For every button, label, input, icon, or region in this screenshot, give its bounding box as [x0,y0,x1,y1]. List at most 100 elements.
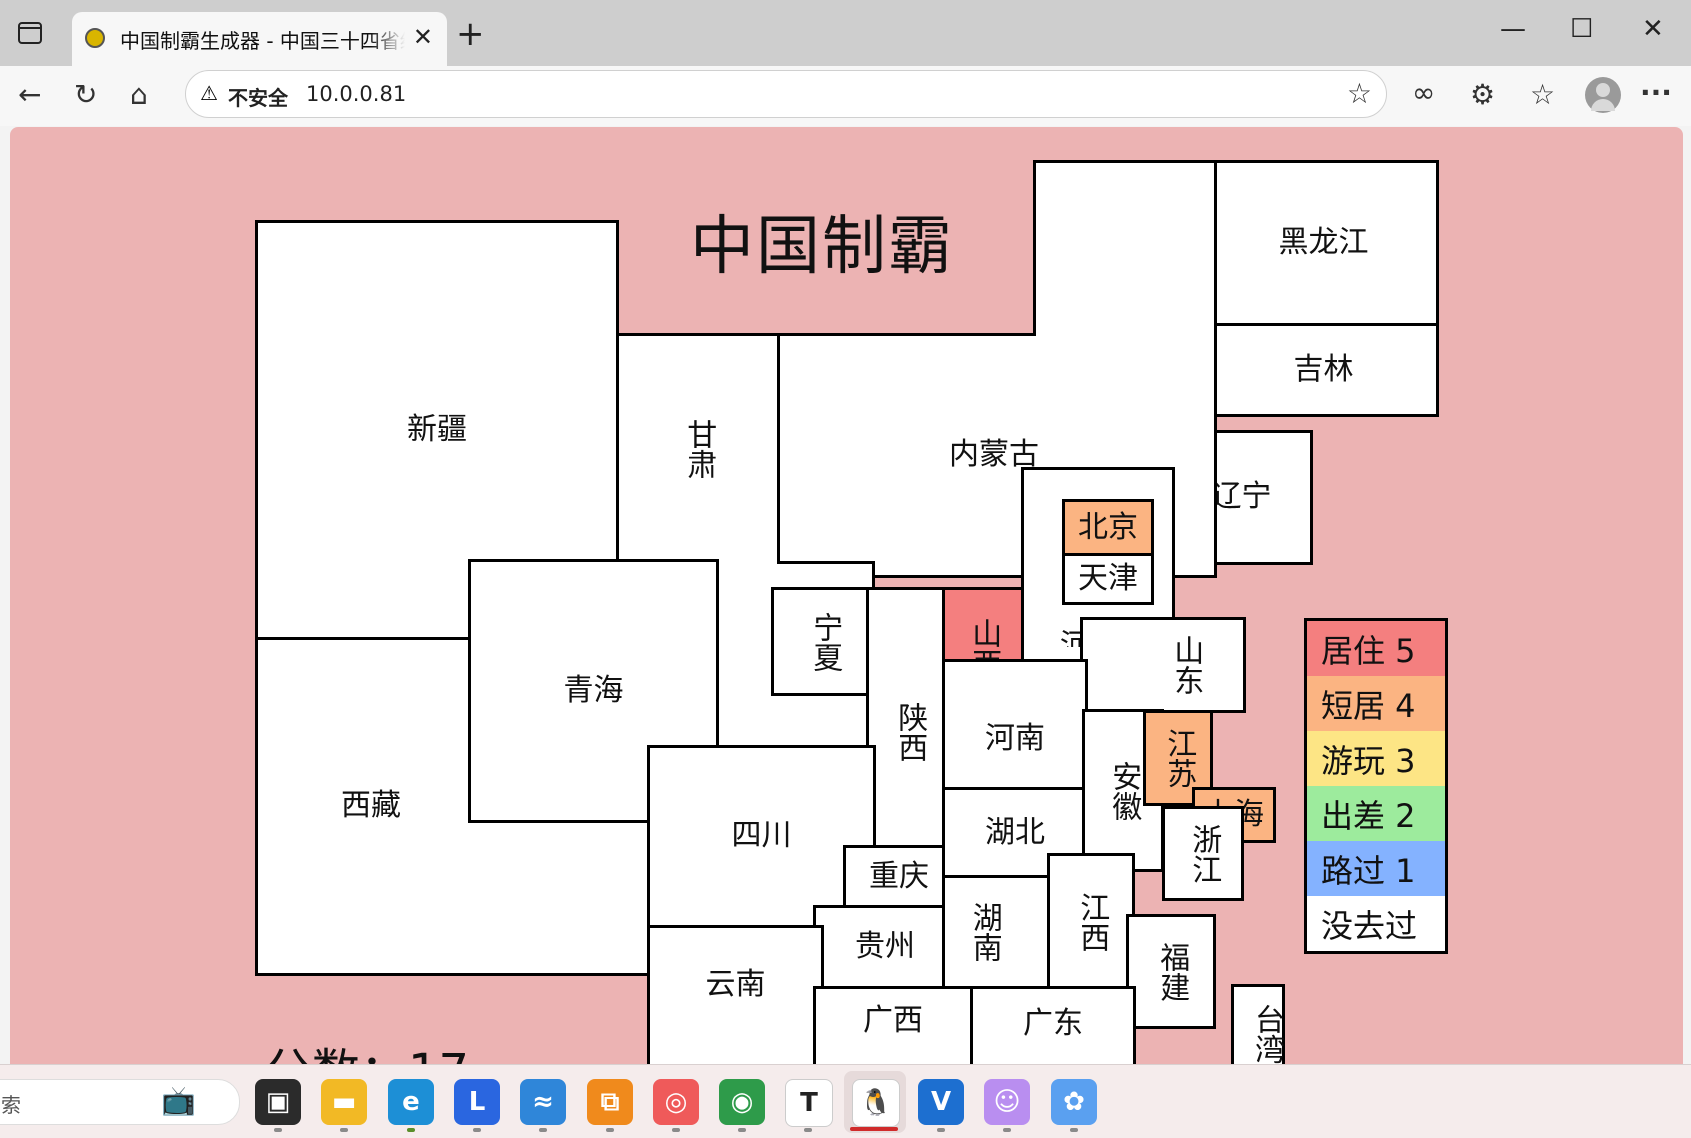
province-zhejiang[interactable]: 浙江 [1162,806,1244,901]
legend-item: 游玩 3 [1307,731,1445,786]
favorites-icon[interactable]: ☆ [1530,78,1555,111]
province-label: 重庆 [869,858,929,894]
province-label: 福建 [1154,941,1190,1002]
extensions-icon[interactable]: ⚙ [1470,78,1495,111]
new-tab-button[interactable]: + [456,14,485,54]
tab-close-icon[interactable]: ✕ [413,23,433,51]
warning-icon: ⚠ [200,81,218,105]
province-neimenggu-north[interactable] [1033,160,1217,336]
running-indicator [804,1128,812,1132]
province-label: 湖北 [985,814,1045,850]
favorite-star-icon[interactable]: ☆ [1347,77,1372,110]
province-label: 陕西 [892,702,928,762]
maximize-icon[interactable]: ☐ [1570,14,1593,44]
province-label: 广西 [863,1002,923,1038]
province-guangxi[interactable]: 广西 [813,986,973,1064]
legend: 居住 5 短居 4 游玩 3 出差 2 路过 1 没去过 [1304,618,1448,954]
refresh-icon[interactable]: ↻ [74,78,97,111]
province-label: 台湾 [1249,1004,1284,1064]
province-label: 贵州 [855,928,915,964]
home-icon[interactable]: ⌂ [130,78,148,111]
running-indicator [340,1128,348,1132]
typora-icon[interactable]: T [785,1079,833,1127]
province-label: 江苏 [1161,728,1197,788]
neimenggu-seam [1036,330,1214,338]
province-guizhou[interactable]: 贵州 [813,905,957,989]
taskbar-search[interactable]: 索 📺 [0,1079,240,1125]
page-viewport: 中国制霸 黑龙江 吉林 辽宁 内蒙古 新疆 西藏 甘肃 青海 宁夏 陕西 山西 … [10,127,1683,1064]
province-henan[interactable]: 河南 [942,659,1088,790]
favicon-icon [85,28,105,48]
vscode-icon[interactable]: V [918,1079,964,1125]
url-text[interactable]: 10.0.0.81 [306,82,406,106]
address-bar[interactable]: ⚠ 不安全 10.0.0.81 ☆ [185,70,1387,118]
running-indicator [407,1128,415,1132]
running-indicator [1003,1128,1011,1132]
province-shaanxi[interactable]: 陕西 [866,587,952,877]
province-sichuan[interactable]: 四川 [647,745,876,928]
file-explorer-icon[interactable]: ▬ [321,1079,367,1125]
browser-tab[interactable]: 中国制霸生成器 - 中国三十四省级 ✕ [72,12,447,66]
active-app-indicator [850,1127,898,1131]
snipping-icon[interactable]: ⧉ [587,1079,633,1125]
province-label: 江西 [1074,892,1110,952]
province-label: 天津 [1078,560,1138,596]
province-heilongjiang[interactable]: 黑龙江 [1208,160,1439,326]
page-title: 中国制霸 [690,210,954,284]
more-menu-icon[interactable]: ··· [1640,76,1672,109]
province-gansu[interactable]: 甘肃 [616,333,780,564]
province-fujian[interactable]: 福建 [1126,914,1216,1029]
taskbar: 索 📺 ▣ ▬ e L ≈ ⧉ ◎ ◉ T 🐧 V ☺ ✿ [0,1064,1691,1138]
cat-app-icon[interactable]: ☺ [984,1079,1030,1125]
province-label: 云南 [705,966,766,1002]
province-label: 广东 [1023,1005,1083,1041]
security-label[interactable]: 不安全 [228,82,288,111]
search-text: 索 [1,1093,21,1117]
province-hunan[interactable]: 湖南 [942,875,1055,989]
province-label: 北京 [1078,509,1138,545]
legend-item: 没去过 [1307,896,1445,951]
province-taiwan[interactable]: 台湾 [1231,984,1285,1064]
score-text: 分数：17 [264,1032,469,1064]
qq-icon[interactable]: 🐧 [852,1079,900,1127]
infinity-icon[interactable]: ∞ [1412,76,1435,109]
sidebar-toggle-icon[interactable] [18,22,42,44]
province-beijing[interactable]: 北京 [1062,499,1154,557]
running-indicator [473,1128,481,1132]
tab-title: 中国制霸生成器 - 中国三十四省级 [120,29,405,53]
province-label: 甘肃 [681,418,717,479]
flower-app-icon[interactable]: ✿ [1051,1079,1097,1125]
legend-item: 短居 4 [1307,676,1445,731]
chrome-icon[interactable]: ◉ [719,1079,765,1125]
running-indicator [738,1128,746,1132]
lark-icon[interactable]: L [454,1079,500,1125]
edge-icon[interactable]: e [388,1079,434,1125]
province-guangdong[interactable]: 广东 [970,986,1136,1064]
running-indicator [539,1128,547,1132]
province-shandong[interactable]: 山东 [1080,617,1246,713]
close-icon[interactable]: ✕ [1642,14,1664,44]
province-label: 辽宁 [1211,479,1272,515]
province-label: 四川 [731,818,792,854]
province-jiangxi[interactable]: 江西 [1047,853,1135,991]
title-bar: 中国制霸生成器 - 中国三十四省级 ✕ + — ☐ ✕ [0,0,1691,66]
running-indicator [937,1128,945,1132]
legend-item: 出差 2 [1307,786,1445,841]
province-label: 青海 [563,672,624,708]
province-yunnan[interactable]: 云南 [647,925,824,1064]
photos-icon[interactable]: ≈ [520,1079,566,1125]
running-indicator [606,1128,614,1132]
province-label: 河南 [985,721,1045,757]
province-chongqing[interactable]: 重庆 [843,845,955,909]
province-label: 湖南 [966,902,1002,962]
minimize-icon[interactable]: — [1500,14,1526,44]
province-ningxia[interactable]: 宁夏 [771,587,877,696]
province-label: 安徽 [1106,760,1142,821]
province-tianjin[interactable]: 天津 [1062,553,1154,605]
province-label: 宁夏 [807,611,843,672]
province-jilin[interactable]: 吉林 [1208,323,1439,417]
task-view-icon[interactable]: ▣ [255,1079,301,1125]
profile-avatar-icon[interactable] [1585,77,1621,113]
pinwheel-icon[interactable]: ◎ [653,1079,699,1125]
back-icon[interactable]: ← [18,78,41,111]
